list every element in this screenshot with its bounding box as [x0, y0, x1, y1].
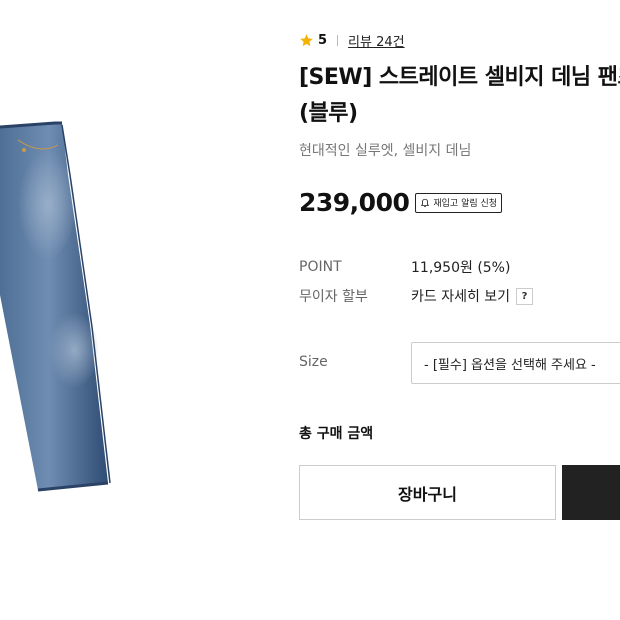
product-title: [SEW] 스트레이트 셀비지 데님 팬츠 (블루) — [299, 65, 620, 126]
price-row: 239,000 재입고 알림 신청 — [299, 188, 503, 217]
point-label: POINT — [299, 259, 342, 275]
total-price-label: 총 구매 금액 — [299, 426, 374, 442]
product-subtitle: 현대적인 실루엣, 셀비지 데님 — [299, 143, 472, 159]
rating-row: 5 리뷰 24건 — [299, 31, 405, 50]
review-count-link[interactable]: 리뷰 24건 — [348, 31, 405, 50]
point-value: 11,950원 (5%) — [411, 260, 511, 276]
rating-value: 5 — [318, 32, 328, 48]
divider — [337, 34, 339, 46]
point-row: POINT 11,950원 (5%) — [299, 257, 510, 277]
size-label: Size — [299, 354, 328, 370]
size-select[interactable]: - [필수] 옵션을 선택해 주세요 - — [411, 342, 620, 384]
product-image-jeans — [0, 121, 111, 492]
restock-alert-button[interactable]: 재입고 알림 신청 — [415, 192, 503, 213]
restock-alert-label: 재입고 알림 신청 — [433, 199, 498, 209]
product-price: 239,000 — [299, 188, 410, 217]
buy-button[interactable] — [562, 465, 620, 520]
card-details-link[interactable]: 카드 자세히 보기 — [411, 286, 510, 306]
installment-row: 무이자 할부 카드 자세히 보기 ? — [299, 286, 534, 306]
cart-button[interactable]: 장바구니 — [299, 465, 556, 520]
installment-label: 무이자 할부 — [299, 289, 368, 305]
star-icon — [300, 33, 313, 46]
help-icon[interactable]: ? — [516, 287, 534, 305]
bell-icon — [421, 198, 430, 207]
